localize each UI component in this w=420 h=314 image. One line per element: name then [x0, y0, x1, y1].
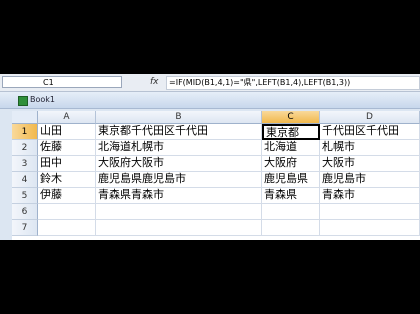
cell-d1[interactable]: 千代田区千代田	[320, 124, 420, 140]
cell-b1[interactable]: 東京都千代田区千代田	[96, 124, 262, 140]
workbook-title: Book1	[30, 95, 55, 104]
cell-c6[interactable]	[262, 204, 320, 220]
row-header-6[interactable]: 6	[12, 204, 38, 220]
cell-c1[interactable]: 東京都	[262, 124, 320, 140]
column-header-d[interactable]: D	[320, 111, 420, 124]
cell-d6[interactable]	[320, 204, 420, 220]
cell-b2[interactable]: 北海道札幌市	[96, 140, 262, 156]
cell-b7[interactable]	[96, 220, 262, 236]
cell-b6[interactable]	[96, 204, 262, 220]
excel-document-icon	[18, 96, 28, 106]
cell-b3[interactable]: 大阪府大阪市	[96, 156, 262, 172]
cell-a1[interactable]: 山田	[38, 124, 96, 140]
excel-screen: C1 fx =IF(MID(B1,4,1)="県",LEFT(B1,4),LEF…	[0, 74, 420, 240]
formula-input[interactable]: =IF(MID(B1,4,1)="県",LEFT(B1,4),LEFT(B1,3…	[166, 76, 420, 90]
cell-b4[interactable]: 鹿児島県鹿児島市	[96, 172, 262, 188]
cell-a6[interactable]	[38, 204, 96, 220]
row-header-7[interactable]: 7	[12, 220, 38, 236]
cell-a5[interactable]: 伊藤	[38, 188, 96, 204]
row-header-3[interactable]: 3	[12, 156, 38, 172]
cell-c5[interactable]: 青森県	[262, 188, 320, 204]
row-header-1[interactable]: 1	[12, 124, 38, 140]
formula-bar: C1 fx =IF(MID(B1,4,1)="県",LEFT(B1,4),LEF…	[0, 74, 420, 92]
cell-d3[interactable]: 大阪市	[320, 156, 420, 172]
cell-a3[interactable]: 田中	[38, 156, 96, 172]
workbook-title-bar[interactable]: Book1	[0, 92, 420, 109]
cell-d4[interactable]: 鹿児島市	[320, 172, 420, 188]
cell-d2[interactable]: 札幌市	[320, 140, 420, 156]
column-header-c[interactable]: C	[262, 111, 320, 124]
row-header-2[interactable]: 2	[12, 140, 38, 156]
column-header-b[interactable]: B	[96, 111, 262, 124]
cell-d7[interactable]	[320, 220, 420, 236]
cell-a7[interactable]	[38, 220, 96, 236]
cell-b5[interactable]: 青森県青森市	[96, 188, 262, 204]
cell-a2[interactable]: 佐藤	[38, 140, 96, 156]
name-box[interactable]: C1	[2, 76, 122, 88]
cell-c3[interactable]: 大阪府	[262, 156, 320, 172]
workbook-window: Book1 A B C D 1 山田 東京都千代田区千代田 東京都 千代田区千代田 2 佐藤 北海道札…	[0, 92, 420, 240]
row-header-4[interactable]: 4	[12, 172, 38, 188]
row-header-5[interactable]: 5	[12, 188, 38, 204]
spreadsheet-grid: A B C D 1 山田 東京都千代田区千代田 東京都 千代田区千代田 2 佐藤 北海道札幌市 北海道札…	[12, 111, 420, 240]
cell-d5[interactable]: 青森市	[320, 188, 420, 204]
column-header-a[interactable]: A	[38, 111, 96, 124]
cell-c2[interactable]: 北海道	[262, 140, 320, 156]
insert-function-icon[interactable]: fx	[150, 76, 159, 88]
cell-c7[interactable]	[262, 220, 320, 236]
select-all-corner[interactable]	[12, 111, 38, 124]
cell-a4[interactable]: 鈴木	[38, 172, 96, 188]
cell-c4[interactable]: 鹿児島県	[262, 172, 320, 188]
